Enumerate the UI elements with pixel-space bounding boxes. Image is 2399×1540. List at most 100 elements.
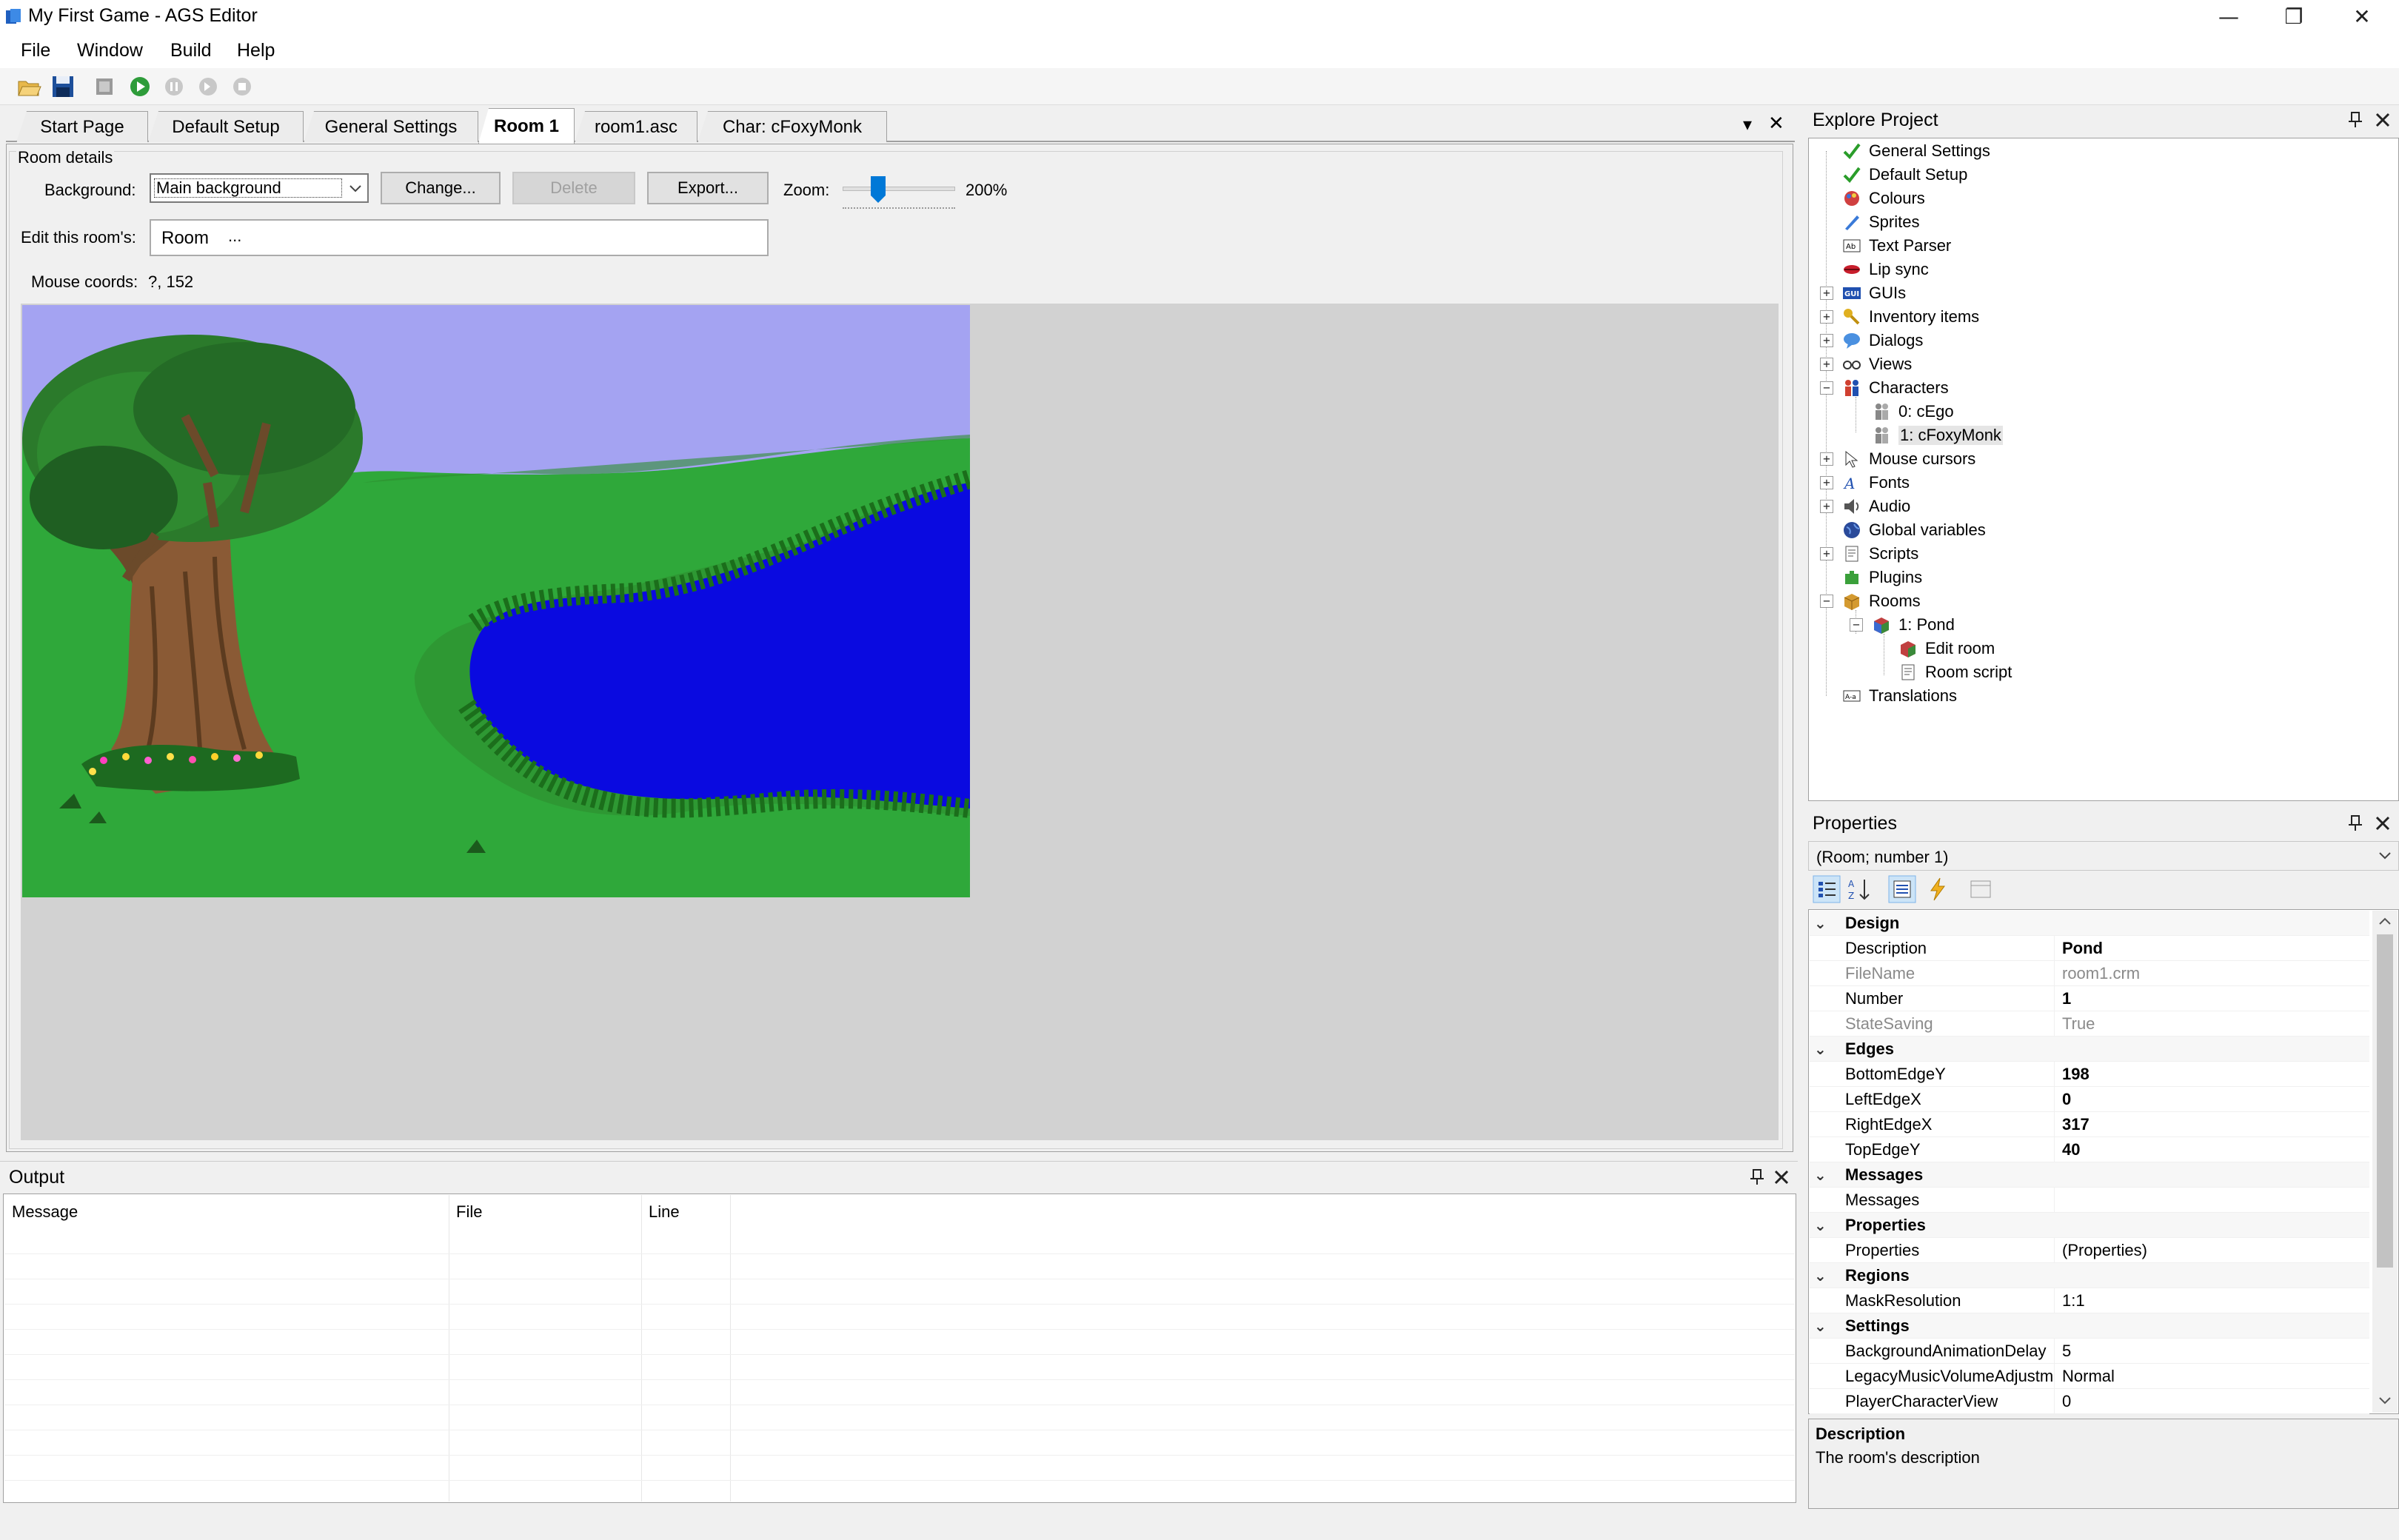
- run-icon[interactable]: [127, 74, 153, 99]
- pin-icon[interactable]: [2347, 814, 2363, 832]
- tab-room-1[interactable]: Room 1: [478, 108, 575, 144]
- change-background-button[interactable]: Change...: [381, 172, 501, 204]
- chevron-down-icon[interactable]: ⌄: [1814, 1166, 1832, 1184]
- tab-room1-asc[interactable]: room1.asc: [575, 111, 697, 142]
- object-selector[interactable]: (Room; number 1): [1808, 841, 2399, 871]
- property-pages-icon[interactable]: [1967, 875, 1995, 903]
- property-value[interactable]: 1: [2054, 986, 2369, 1011]
- menu-window[interactable]: Window: [77, 40, 143, 61]
- tree-item-guis[interactable]: GUI GUIs: [1842, 281, 1906, 305]
- property-value[interactable]: 0: [2054, 1389, 2369, 1413]
- tree-item-plugins[interactable]: Plugins: [1842, 566, 1922, 589]
- tree-item-rooms[interactable]: Rooms: [1842, 589, 1921, 613]
- tree-item-dialogs[interactable]: Dialogs: [1842, 329, 1923, 352]
- events-icon[interactable]: [1924, 875, 1952, 903]
- tree-item-translations[interactable]: A-a Translations: [1842, 684, 1957, 708]
- property-category[interactable]: ⌄ Properties: [1810, 1213, 2369, 1238]
- property-value[interactable]: (Properties): [2054, 1238, 2369, 1262]
- tree-item-fonts[interactable]: A Fonts: [1842, 471, 1910, 495]
- tab-start-page[interactable]: Start Page: [16, 111, 148, 142]
- sort-alphabetical-icon[interactable]: AZ: [1845, 875, 1873, 903]
- tree-item-room-script[interactable]: Room script: [1898, 660, 2012, 684]
- tree-item-views[interactable]: Views: [1842, 352, 1912, 376]
- tree-item-cego[interactable]: 0: cEgo: [1872, 400, 1954, 424]
- expand-scripts-icon[interactable]: +: [1820, 547, 1833, 560]
- export-background-button[interactable]: Export...: [647, 172, 769, 204]
- close-icon[interactable]: [1773, 1168, 1790, 1186]
- tree-item-colours[interactable]: Colours: [1842, 187, 1925, 210]
- property-value[interactable]: 317: [2054, 1112, 2369, 1136]
- chevron-down-icon[interactable]: ⌄: [1814, 1040, 1832, 1058]
- tree-item-inventory-items[interactable]: Inventory items: [1842, 305, 1979, 329]
- tree-item-lip-sync[interactable]: Lip sync: [1842, 258, 1929, 281]
- collapse-pond-icon[interactable]: −: [1850, 618, 1863, 632]
- expand-dialogs-icon[interactable]: +: [1820, 334, 1833, 347]
- delete-background-button[interactable]: Delete: [512, 172, 635, 204]
- menu-build[interactable]: Build: [170, 40, 212, 61]
- categorized-icon[interactable]: [1813, 875, 1841, 903]
- column-header-message[interactable]: Message: [12, 1202, 78, 1222]
- expand-mouse-cursors-icon[interactable]: +: [1820, 452, 1833, 466]
- pin-icon[interactable]: [1749, 1168, 1765, 1186]
- tab-list-dropdown[interactable]: ▾: [1743, 114, 1752, 135]
- property-row[interactable]: Number 1: [1810, 986, 2369, 1011]
- property-value[interactable]: 1:1: [2054, 1288, 2369, 1313]
- tree-item-pond[interactable]: 1: Pond: [1872, 613, 1955, 637]
- property-value[interactable]: 40: [2054, 1137, 2369, 1162]
- expand-views-icon[interactable]: +: [1820, 358, 1833, 371]
- collapse-characters-icon[interactable]: −: [1820, 381, 1833, 395]
- tree-item-scripts[interactable]: Scripts: [1842, 542, 1918, 566]
- tab-char-cfoxymonk[interactable]: Char: cFoxyMonk: [697, 111, 887, 142]
- collapse-rooms-icon[interactable]: −: [1820, 595, 1833, 608]
- tab-default-setup[interactable]: Default Setup: [148, 111, 304, 142]
- save-icon[interactable]: [50, 74, 76, 99]
- menu-help[interactable]: Help: [237, 40, 275, 61]
- chevron-down-icon[interactable]: ⌄: [1814, 1317, 1832, 1335]
- property-row[interactable]: MaskResolution 1:1: [1810, 1288, 2369, 1313]
- property-row[interactable]: BottomEdgeY 198: [1810, 1062, 2369, 1087]
- scroll-down-icon[interactable]: [2377, 1395, 2393, 1407]
- tree-item-edit-room[interactable]: Edit room: [1898, 637, 1995, 660]
- close-icon[interactable]: [2374, 111, 2392, 129]
- tree-item-general-settings[interactable]: General Settings: [1842, 139, 1990, 163]
- property-category[interactable]: ⌄ Messages: [1810, 1162, 2369, 1188]
- tree-item-mouse-cursors[interactable]: Mouse cursors: [1842, 447, 1975, 471]
- tree-item-sprites[interactable]: Sprites: [1842, 210, 1919, 234]
- property-row[interactable]: BackgroundAnimationDelay 5: [1810, 1339, 2369, 1364]
- pause-icon[interactable]: [161, 74, 187, 99]
- edit-room-layer-select[interactable]: Room ...: [150, 219, 769, 256]
- column-header-file[interactable]: File: [456, 1202, 482, 1222]
- room-background-image[interactable]: [22, 305, 970, 897]
- property-category[interactable]: ⌄ Edges: [1810, 1037, 2369, 1062]
- background-select[interactable]: Main background: [150, 173, 369, 203]
- property-value[interactable]: [2054, 1188, 2369, 1212]
- property-value[interactable]: 5: [2054, 1339, 2369, 1363]
- tab-general-settings[interactable]: General Settings: [304, 111, 478, 142]
- property-category[interactable]: ⌄ Settings: [1810, 1313, 2369, 1339]
- close-tab-button[interactable]: ✕: [1768, 113, 1784, 135]
- tree-item-audio[interactable]: Audio: [1842, 495, 1910, 518]
- step-icon[interactable]: [195, 74, 221, 99]
- property-value[interactable]: 0: [2054, 1087, 2369, 1111]
- tree-item-characters[interactable]: Characters: [1842, 376, 1949, 400]
- property-row[interactable]: LeftEdgeX 0: [1810, 1087, 2369, 1112]
- property-row[interactable]: StateSaving True: [1810, 1011, 2369, 1037]
- expand-inventory-icon[interactable]: +: [1820, 310, 1833, 324]
- property-row[interactable]: LegacyMusicVolumeAdjustment Normal: [1810, 1364, 2369, 1389]
- chevron-down-icon[interactable]: ⌄: [1814, 914, 1832, 932]
- restore-button[interactable]: ❐: [2279, 4, 2309, 30]
- expand-audio-icon[interactable]: +: [1820, 500, 1833, 513]
- close-icon[interactable]: [2374, 814, 2392, 832]
- expand-guis-icon[interactable]: +: [1820, 287, 1833, 300]
- property-row[interactable]: Messages: [1810, 1188, 2369, 1213]
- property-value[interactable]: True: [2054, 1011, 2369, 1036]
- zoom-slider-thumb[interactable]: [869, 175, 887, 204]
- pin-icon[interactable]: [2347, 111, 2363, 129]
- open-icon[interactable]: [16, 74, 41, 99]
- minimize-button[interactable]: —: [2214, 4, 2244, 30]
- property-row[interactable]: PlayerCharacterView 0: [1810, 1389, 2369, 1414]
- tree-item-cfoxymonk[interactable]: 1: cFoxyMonk: [1872, 424, 2003, 447]
- zoom-slider-track[interactable]: [843, 187, 955, 191]
- property-value[interactable]: 198: [2054, 1062, 2369, 1086]
- property-row[interactable]: Properties (Properties): [1810, 1238, 2369, 1263]
